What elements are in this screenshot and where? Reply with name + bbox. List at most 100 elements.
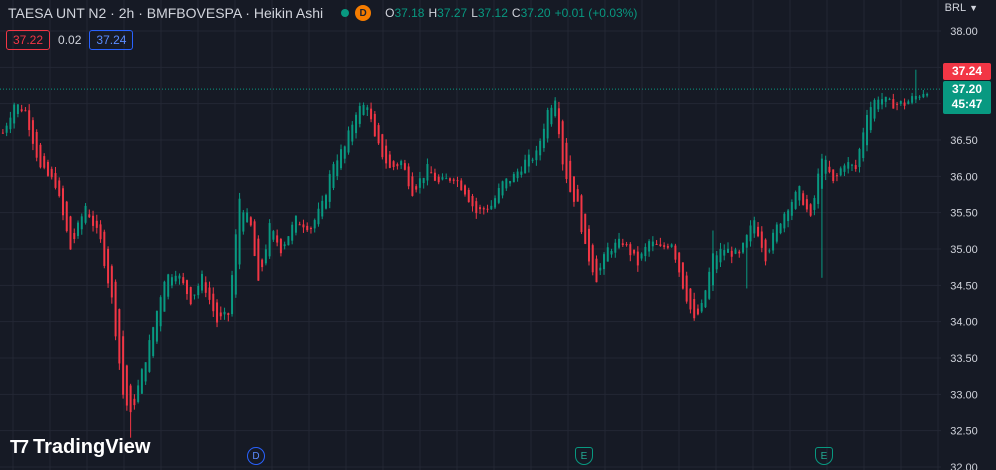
candle[interactable]	[426, 158, 429, 186]
candle[interactable]	[28, 104, 31, 137]
candle[interactable]	[35, 129, 38, 162]
candle[interactable]	[542, 123, 545, 152]
earnings-event-marker[interactable]: E	[575, 447, 593, 465]
candle[interactable]	[178, 273, 181, 285]
candle[interactable]	[764, 238, 767, 266]
candle[interactable]	[231, 270, 234, 317]
candle[interactable]	[418, 171, 421, 194]
candle[interactable]	[223, 307, 226, 320]
candle[interactable]	[659, 237, 662, 247]
candle[interactable]	[170, 274, 173, 289]
candle[interactable]	[50, 166, 53, 180]
candle[interactable]	[24, 107, 27, 112]
candle[interactable]	[467, 187, 470, 203]
candle[interactable]	[839, 166, 842, 177]
candle[interactable]	[148, 334, 151, 373]
candle[interactable]	[881, 92, 884, 110]
candle[interactable]	[482, 206, 485, 215]
candle[interactable]	[794, 190, 797, 210]
candle[interactable]	[572, 176, 575, 207]
candle[interactable]	[663, 242, 666, 250]
candle[interactable]	[216, 299, 219, 328]
candle[interactable]	[321, 195, 324, 220]
candle[interactable]	[798, 185, 801, 206]
candle[interactable]	[745, 234, 748, 289]
candle[interactable]	[565, 138, 568, 184]
candle[interactable]	[618, 232, 621, 250]
candle[interactable]	[914, 69, 917, 103]
candle[interactable]	[396, 162, 399, 170]
candle[interactable]	[606, 242, 609, 262]
candle[interactable]	[464, 184, 466, 197]
candle[interactable]	[753, 216, 756, 238]
candle[interactable]	[757, 222, 760, 238]
candle[interactable]	[681, 262, 684, 290]
candle[interactable]	[294, 215, 297, 236]
candle[interactable]	[400, 159, 403, 169]
candle[interactable]	[516, 168, 519, 182]
candle[interactable]	[711, 230, 714, 292]
candle[interactable]	[926, 92, 929, 98]
candle[interactable]	[610, 248, 613, 258]
candle[interactable]	[505, 178, 508, 191]
candle[interactable]	[279, 237, 282, 257]
earnings-event-marker[interactable]: E	[815, 447, 833, 465]
candle[interactable]	[922, 89, 925, 99]
candle[interactable]	[430, 166, 433, 174]
candle[interactable]	[95, 214, 98, 234]
candle[interactable]	[847, 157, 850, 174]
candle[interactable]	[689, 288, 692, 314]
tradingview-logo[interactable]: T7 TradingView	[10, 436, 150, 459]
candle[interactable]	[204, 276, 207, 298]
candle[interactable]	[820, 153, 823, 278]
delayed-data-badge[interactable]: D	[355, 5, 372, 21]
candle[interactable]	[283, 241, 286, 250]
candle[interactable]	[524, 154, 527, 174]
bid-price[interactable]: 37.22	[6, 30, 51, 50]
candle[interactable]	[899, 100, 902, 106]
candle[interactable]	[43, 153, 46, 170]
candle[interactable]	[264, 244, 267, 266]
candle[interactable]	[884, 96, 887, 108]
candle[interactable]	[403, 159, 406, 171]
candle[interactable]	[554, 97, 557, 118]
candle[interactable]	[163, 280, 166, 312]
candle[interactable]	[539, 138, 542, 161]
candle[interactable]	[370, 102, 373, 123]
candle[interactable]	[422, 177, 425, 189]
candle[interactable]	[298, 221, 301, 226]
candle[interactable]	[407, 163, 410, 190]
candle[interactable]	[783, 211, 786, 233]
ask-price[interactable]: 37.24	[89, 30, 134, 50]
candle[interactable]	[625, 241, 628, 247]
candle[interactable]	[385, 139, 388, 169]
candle[interactable]	[858, 147, 861, 173]
candle[interactable]	[907, 99, 910, 105]
candle[interactable]	[1, 129, 4, 134]
candle[interactable]	[433, 168, 436, 182]
candle[interactable]	[576, 184, 579, 202]
candle[interactable]	[580, 194, 583, 235]
candle[interactable]	[835, 173, 838, 182]
candle[interactable]	[107, 246, 110, 288]
candle[interactable]	[234, 229, 237, 298]
candle[interactable]	[866, 109, 869, 152]
candle[interactable]	[648, 239, 651, 257]
candle[interactable]	[843, 163, 846, 177]
candle[interactable]	[633, 249, 636, 256]
chart-legend[interactable]: TAESA UNT N2 · 2h · BMFBOVESPA · Heikin …	[8, 4, 637, 22]
candle[interactable]	[441, 173, 444, 181]
candle[interactable]	[490, 200, 493, 210]
candle[interactable]	[760, 226, 763, 253]
candle[interactable]	[31, 117, 34, 151]
candle[interactable]	[742, 242, 745, 254]
candle[interactable]	[291, 221, 294, 245]
candle[interactable]	[84, 203, 87, 225]
candle[interactable]	[388, 150, 391, 169]
symbol-title[interactable]: TAESA UNT N2 · 2h · BMFBOVESPA · Heikin …	[8, 5, 323, 21]
candle[interactable]	[892, 93, 895, 109]
candle[interactable]	[69, 215, 72, 250]
candle[interactable]	[471, 193, 474, 212]
candle[interactable]	[242, 209, 245, 235]
candle[interactable]	[644, 243, 647, 262]
